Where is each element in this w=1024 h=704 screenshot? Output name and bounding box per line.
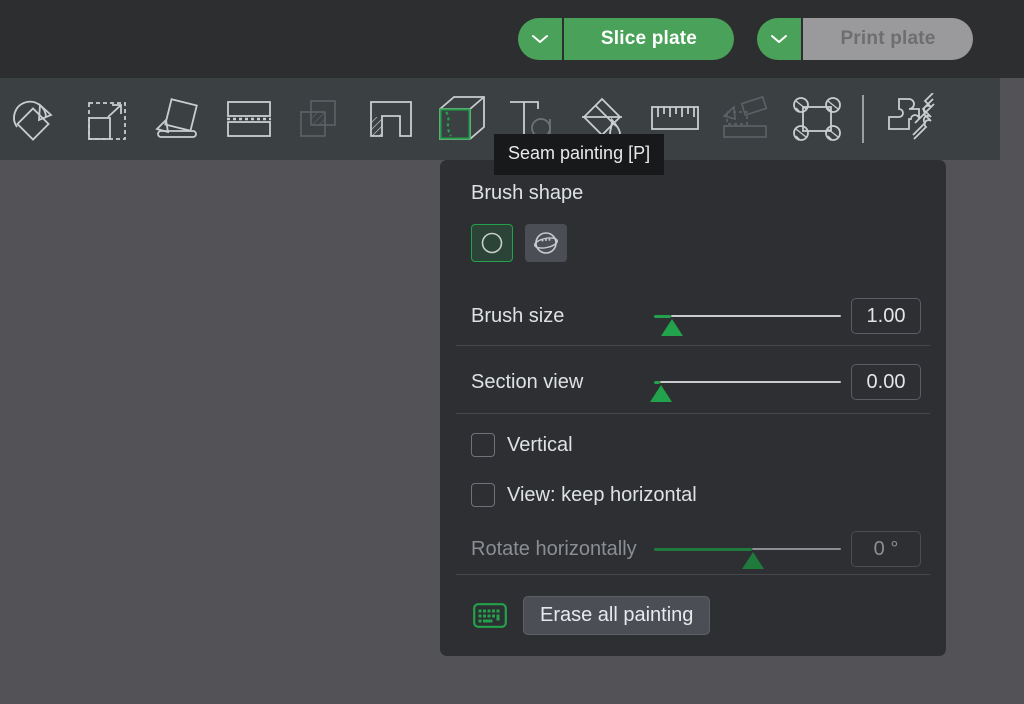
sphere-brush-icon [534,232,558,254]
rotate-horizontally-row: Rotate horizontally 0 ° [471,531,921,569]
keep-horizontal-checkbox[interactable] [471,483,495,507]
tool-support-painting[interactable] [355,78,426,160]
tool-split-to-parts[interactable] [874,78,945,160]
panel-divider-2 [456,413,930,414]
brush-size-row: Brush size 1.00 [471,298,921,336]
slice-plate-group: Slice plate [518,18,734,60]
vertical-label: Vertical [507,433,573,456]
application-window: Slice plate Print plate Seam painting [P… [0,0,1024,704]
tool-place-on-face[interactable] [142,78,213,160]
brush-size-track-filled [653,315,671,318]
chevron-down-icon [532,35,548,43]
fuzzy-skin-icon [792,97,841,141]
tool-assembly[interactable] [710,78,781,160]
tool-seam-painting[interactable] [426,78,497,160]
tool-auto-orient[interactable] [0,78,71,160]
print-plate-group: Print plate [757,18,973,60]
slice-plate-button[interactable]: Slice plate [564,18,734,60]
panel-divider-3 [456,574,930,575]
erase-all-painting-button[interactable]: Erase all painting [523,596,711,635]
brush-size-value[interactable]: 1.00 [851,298,921,334]
keyboard-glyph [473,603,507,628]
cut-tool-icon [226,101,271,137]
brush-shape-circle-button[interactable] [471,224,513,262]
toolbar-separator [862,95,864,143]
vertical-checkbox-row[interactable]: Vertical [471,433,573,457]
tool-scale[interactable] [71,78,142,160]
seam-painting-icon [438,96,485,140]
section-view-thumb[interactable] [649,385,672,402]
print-plate-button[interactable]: Print plate [803,18,973,60]
scale-to-fit-icon [87,102,126,140]
rotate-horizontally-thumb[interactable] [741,552,764,569]
tool-fuzzy-skin[interactable] [781,78,852,160]
section-view-value[interactable]: 0.00 [851,364,921,400]
brush-shape-sphere-button[interactable] [525,224,567,262]
keep-horizontal-checkbox-row[interactable]: View: keep horizontal [471,483,697,507]
auto-orient-icon [12,100,53,141]
erase-row: Erase all painting [471,596,711,635]
vertical-checkbox[interactable] [471,433,495,457]
brush-size-slider[interactable] [653,302,841,336]
rotate-horizontally-track-filled [653,548,752,551]
assembly-icon [721,95,767,138]
brush-shape-title: Brush shape [471,182,584,204]
keyboard-icon [471,602,509,630]
circle-brush-icon [481,232,503,254]
rotate-horizontally-track-rest [751,548,841,550]
chevron-down-icon [771,35,787,43]
slice-plate-dropdown-button[interactable] [518,18,562,60]
tool-cut[interactable] [213,78,284,160]
tool-mesh-boolean[interactable] [284,78,355,160]
brush-size-thumb[interactable] [660,319,683,336]
print-plate-dropdown-button[interactable] [757,18,801,60]
split-to-parts-icon [887,93,935,140]
keep-horizontal-label: View: keep horizontal [507,483,697,506]
seam-painting-panel: Brush shape Brush size 1.00 Section view… [440,160,946,656]
top-bar: Slice plate Print plate [0,0,1024,78]
support-painting-icon [369,101,412,137]
section-view-label: Section view [471,370,584,393]
brush-size-label: Brush size [471,304,565,327]
rotate-horizontally-value[interactable]: 0 ° [851,531,921,567]
panel-divider-1 [456,345,930,346]
tooltip-seam-painting: Seam painting [P] [494,134,665,175]
section-view-track-rest [659,381,841,383]
rotate-horizontally-slider[interactable] [653,535,841,569]
place-on-face-icon [154,98,198,138]
brush-size-track-rest [670,315,841,317]
mesh-boolean-icon [299,100,336,137]
rotate-horizontally-label: Rotate horizontally [471,537,637,560]
brush-shape-options [471,224,567,262]
section-view-track-filled [653,381,660,384]
section-view-slider[interactable] [649,368,841,402]
section-view-row: Section view 0.00 [471,364,921,402]
